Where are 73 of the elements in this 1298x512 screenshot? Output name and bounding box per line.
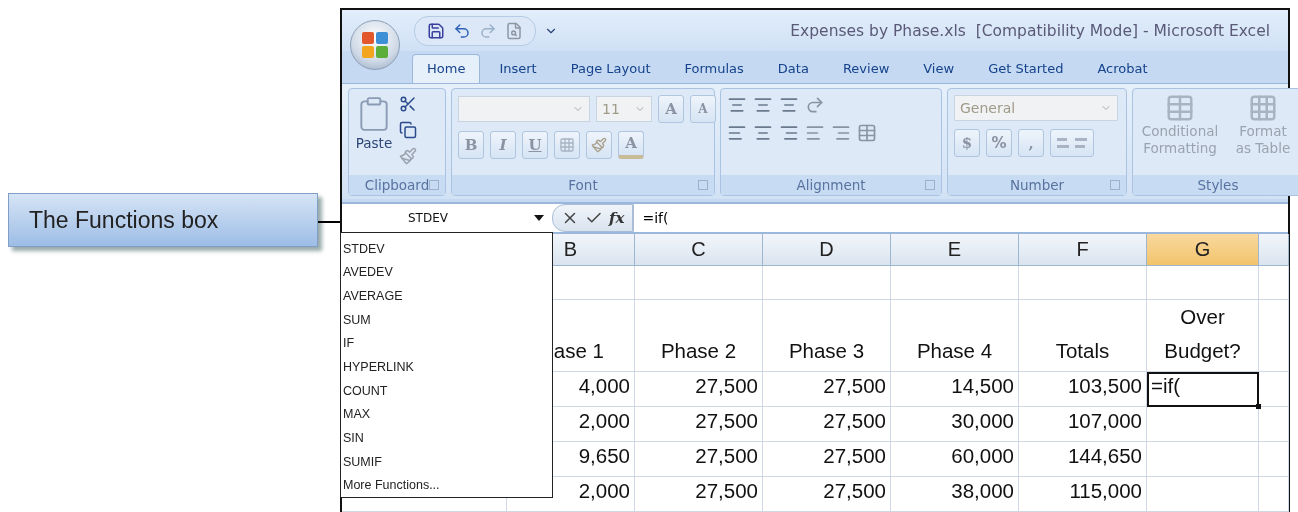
launcher-icon[interactable] <box>429 180 439 190</box>
decimal-icon <box>1055 135 1089 150</box>
ribbon-tab[interactable]: Page Layout <box>555 53 666 83</box>
ribbon-tab[interactable]: Home <box>412 53 481 83</box>
group-label: Alignment <box>721 175 941 195</box>
cut-icon[interactable] <box>399 94 417 113</box>
grid-cell: 103,500 <box>1019 372 1147 407</box>
grid-cell: Phase 2 <box>635 300 763 372</box>
grid-cell: 27,500 <box>635 372 763 407</box>
paste-button[interactable]: Paste <box>355 94 393 169</box>
grid-cell: 27,500 <box>763 372 891 407</box>
ribbon-tab[interactable]: Acrobat <box>1082 53 1163 83</box>
ribbon-tab[interactable]: View <box>908 53 970 83</box>
name-box[interactable]: STDEV <box>342 204 552 232</box>
font-name-field[interactable] <box>458 95 590 122</box>
decimal-buttons[interactable] <box>1050 128 1094 157</box>
save-icon[interactable] <box>427 21 445 40</box>
grid-cell: Phase 4 <box>891 300 1019 372</box>
ribbon-tab[interactable]: Get Started <box>973 53 1079 83</box>
launcher-icon[interactable] <box>698 180 708 190</box>
column-header[interactable]: C <box>635 234 763 266</box>
grid-cell: 115,000 <box>1019 477 1147 512</box>
fill-color-button[interactable] <box>586 130 612 159</box>
ribbon-tab[interactable]: Insert <box>484 53 552 83</box>
insert-function-button[interactable]: fx <box>609 209 625 227</box>
grid-cell: 27,500 <box>635 442 763 477</box>
copy-icon[interactable] <box>399 120 417 139</box>
group-label: Styles <box>1133 175 1298 195</box>
ribbon-tab[interactable]: Data <box>762 53 824 83</box>
grid-cell: Phase 3 <box>763 300 891 372</box>
grid-cell: Over Budget? <box>1147 300 1259 372</box>
grid-cell: 27,500 <box>763 477 891 512</box>
callout-label: The Functions box <box>8 193 318 247</box>
formula-field[interactable]: =if( <box>633 204 1288 232</box>
grid-cell <box>1259 477 1289 512</box>
launcher-icon[interactable] <box>1110 180 1120 190</box>
grid-cell <box>1259 407 1289 442</box>
column-header[interactable]: E <box>891 234 1019 266</box>
redo-icon[interactable] <box>479 21 497 40</box>
office-logo <box>360 30 390 60</box>
borders-button[interactable] <box>554 130 580 159</box>
caret-icon <box>534 215 544 221</box>
grid-cell: 27,500 <box>635 477 763 512</box>
grid-cell: 27,500 <box>763 407 891 442</box>
print-preview-icon[interactable] <box>505 21 523 40</box>
grid-cell: 38,000 <box>891 477 1019 512</box>
grid-cell <box>1259 442 1289 477</box>
borders-icon <box>559 136 575 153</box>
group-label: Font <box>452 175 714 195</box>
format-painter-icon[interactable] <box>399 146 417 165</box>
grid-cell: 144,650 <box>1019 442 1147 477</box>
column-header[interactable]: F <box>1019 234 1147 266</box>
column-header[interactable] <box>1259 234 1289 266</box>
grid-cell: 14,500 <box>891 372 1019 407</box>
ribbon-tab[interactable]: Review <box>827 53 905 83</box>
undo-icon[interactable] <box>453 21 471 40</box>
grid-cell <box>1259 372 1289 407</box>
grid-cell: 60,000 <box>891 442 1019 477</box>
grid-cell <box>1259 266 1289 300</box>
grid-cell: 30,000 <box>891 407 1019 442</box>
grid-cell <box>1259 300 1289 372</box>
grid-cell: 27,500 <box>635 407 763 442</box>
launcher-icon[interactable] <box>925 180 935 190</box>
grid-cell: 27,500 <box>763 442 891 477</box>
window-title: Expenses by Phase.xls [Compatibility Mode] - Microsoft Excel <box>790 21 1270 40</box>
active-cell[interactable]: =if( <box>1147 372 1259 407</box>
grid-cell: 107,000 <box>1019 407 1147 442</box>
column-header[interactable]: D <box>763 234 891 266</box>
group-label: Clipboard <box>349 175 445 195</box>
grid-cell: Totals <box>1019 300 1147 372</box>
column-header[interactable]: G <box>1147 234 1259 266</box>
ribbon-tab[interactable]: Formulas <box>669 53 759 83</box>
group-label: Number <box>948 175 1126 195</box>
